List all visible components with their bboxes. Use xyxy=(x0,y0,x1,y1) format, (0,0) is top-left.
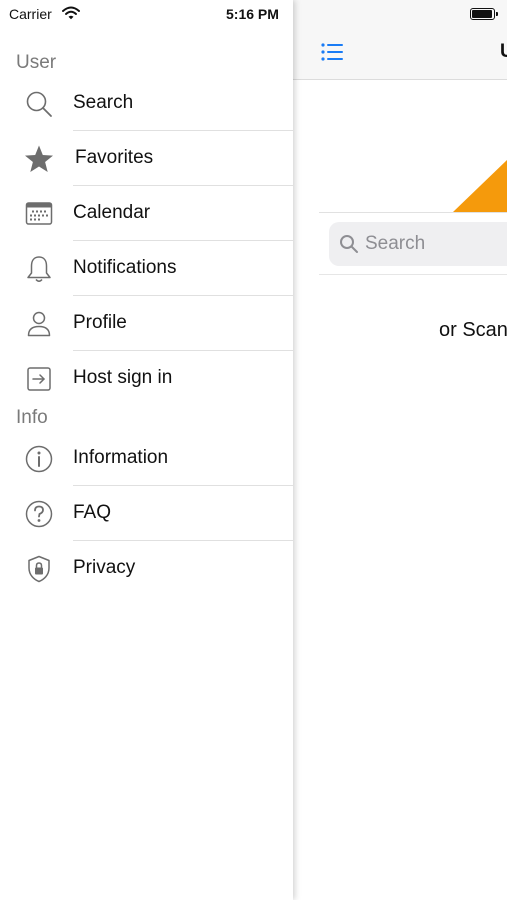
sidebar-item-notifications[interactable]: Notifications xyxy=(0,241,293,296)
menu-list-icon[interactable] xyxy=(321,43,345,61)
battery-icon xyxy=(470,8,495,20)
bell-icon xyxy=(27,256,51,282)
divider xyxy=(319,274,507,275)
sidebar-item-label: Profile xyxy=(73,312,127,333)
sidebar-item-label: Information xyxy=(73,447,169,468)
sidebar-item-label: Calendar xyxy=(73,202,151,223)
section-header-user: User xyxy=(16,52,57,73)
sidebar-item-calendar[interactable]: Calendar xyxy=(0,186,293,241)
scan-text: or Scan xyxy=(439,319,507,341)
sidebar-item-privacy[interactable]: Privacy xyxy=(0,541,293,596)
orange-graphic xyxy=(453,160,507,212)
search-input[interactable]: Search xyxy=(329,222,507,266)
sidebar-item-search[interactable]: Search xyxy=(0,76,293,131)
sidebar-item-label: Privacy xyxy=(73,557,136,578)
carrier-label: Carrier xyxy=(9,6,52,22)
status-time: 5:16 PM xyxy=(226,6,279,22)
person-icon xyxy=(27,311,51,337)
sidebar-item-label: Notifications xyxy=(73,257,177,278)
sidebar: Carrier 5:16 PM User Search Favorites Ca… xyxy=(0,0,293,900)
sidebar-item-label: Search xyxy=(73,92,134,113)
sidebar-item-label: Favorites xyxy=(75,147,154,168)
question-icon xyxy=(25,500,53,528)
page-title: U xyxy=(500,41,507,62)
sidebar-item-host-sign-in[interactable]: Host sign in xyxy=(0,351,293,406)
battery-cap xyxy=(496,12,498,16)
info-icon xyxy=(25,445,53,473)
sidebar-item-label: FAQ xyxy=(73,502,112,523)
sign-in-icon xyxy=(27,367,51,391)
search-placeholder: Search xyxy=(365,233,426,254)
wifi-icon xyxy=(62,6,80,20)
shield-lock-icon xyxy=(28,555,50,583)
divider xyxy=(319,212,507,213)
search-icon xyxy=(26,91,52,117)
section-header-info: Info xyxy=(16,407,48,428)
sidebar-item-profile[interactable]: Profile xyxy=(0,296,293,351)
sidebar-item-favorites[interactable]: Favorites xyxy=(0,131,293,186)
sidebar-item-faq[interactable]: FAQ xyxy=(0,486,293,541)
star-icon xyxy=(25,145,53,172)
calendar-icon xyxy=(25,202,53,225)
navigation-bar: U xyxy=(293,0,507,80)
search-icon xyxy=(340,235,358,253)
main-panel: U Search or Scan xyxy=(293,0,507,900)
sidebar-item-information[interactable]: Information xyxy=(0,431,293,486)
sidebar-item-label: Host sign in xyxy=(73,367,173,388)
